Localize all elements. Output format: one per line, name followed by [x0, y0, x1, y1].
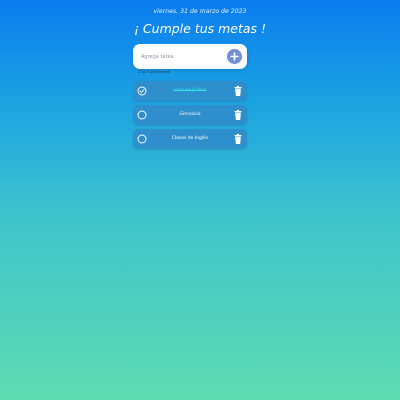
empty-circle-icon — [137, 110, 147, 120]
task-label: Clases de Inglés — [171, 136, 209, 141]
add-task-input[interactable] — [141, 51, 221, 62]
trash-icon — [234, 86, 242, 96]
delete-task-button[interactable] — [234, 134, 242, 144]
task-item: Clases de Inglés — [133, 129, 247, 149]
check-circle-icon — [137, 86, 147, 96]
task-toggle[interactable] — [137, 134, 147, 144]
empty-circle-icon — [137, 134, 147, 144]
task-toggle[interactable] — [137, 110, 147, 120]
delete-task-button[interactable] — [234, 110, 242, 120]
add-task-button[interactable] — [227, 49, 242, 64]
task-label: Lectura (Libro) — [173, 88, 207, 93]
task-label: Gimnasio — [179, 112, 201, 117]
plus-icon — [230, 52, 239, 61]
pending-counter: 2 de 3 pendientes — [138, 70, 170, 74]
task-toggle[interactable] — [137, 86, 147, 96]
add-task-form — [133, 44, 247, 69]
trash-icon — [234, 134, 242, 144]
task-item: Lectura (Libro) — [133, 81, 247, 101]
trash-icon — [234, 110, 242, 120]
current-date: viernes, 31 de marzo de 2023 — [153, 8, 247, 15]
task-item: Gimnasio — [133, 105, 247, 125]
page-title: ¡ Cumple tus metas ! — [133, 21, 267, 36]
delete-task-button[interactable] — [234, 86, 242, 96]
